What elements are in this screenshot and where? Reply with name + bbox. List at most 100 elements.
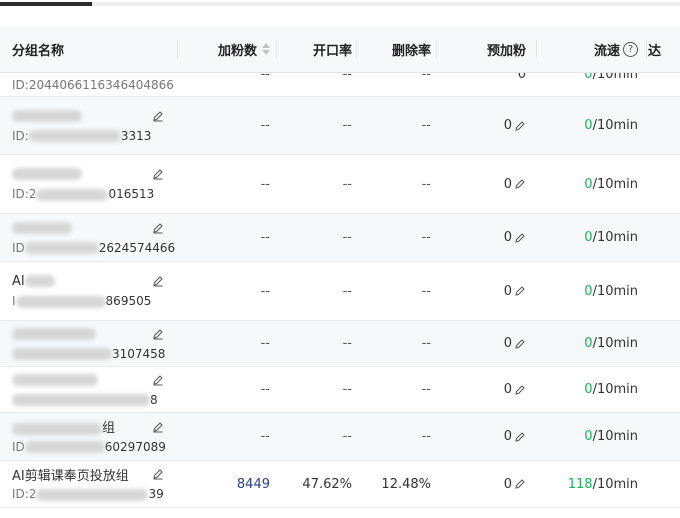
delete-rate-cell: --: [421, 283, 431, 299]
open-rate-cell: --: [342, 230, 352, 245]
open-rate-cell: --: [342, 73, 352, 82]
table-row[interactable]: AI剪辑课奉页投放组 ID:239ID:239 8449 47.62% 12.4…: [0, 461, 680, 508]
delete-rate-cell: --: [421, 73, 431, 82]
fans-cell: --: [260, 382, 270, 397]
table-row[interactable]: 31074583107458 -- -- -- 0 0/10min: [0, 321, 680, 367]
edit-icon[interactable]: [152, 275, 164, 287]
speed-cell: 0/10min: [584, 429, 638, 444]
header-next-column: 达: [648, 26, 680, 72]
group-name: [12, 219, 164, 237]
pre-fans-cell: 0: [440, 367, 526, 412]
scrollbar-track[interactable]: [0, 2, 680, 6]
edit-icon[interactable]: [152, 110, 164, 122]
table-row[interactable]: ID:2016513ID:2016513 -- -- -- 0 0/10min: [0, 155, 680, 214]
table-row[interactable]: ID:2044066116346404866 -- -- -- 0 0/10mi…: [0, 73, 680, 97]
group-id: ID:2016513ID:2016513: [12, 187, 155, 201]
header-group-name: 分组名称: [12, 26, 177, 72]
redacted-name: [12, 327, 96, 340]
pre-fans-cell: 0: [440, 214, 526, 261]
fans-cell: --: [260, 429, 270, 444]
group-table: 分组名称 加粉数 开口率 删除率 预加粉 流速 ? 达 ID:204406611…: [0, 26, 680, 508]
header-open-rate-label: 开口率: [312, 43, 352, 59]
delete-rate-cell: --: [421, 176, 431, 192]
group-name-cell: 组 ID60297089ID:60297089: [12, 413, 177, 460]
pre-fans-cell: 0: [440, 321, 526, 366]
fans-cell: --: [260, 73, 270, 82]
delete-rate-cell: --: [421, 429, 431, 444]
pre-fans-cell: 0: [440, 413, 526, 460]
fans-cell: --: [260, 283, 270, 299]
open-rate-cell: --: [342, 429, 352, 444]
speed-cell: 0/10min: [584, 176, 638, 192]
open-rate-cell: --: [342, 336, 352, 351]
edit-icon[interactable]: [514, 120, 526, 132]
header-next-label: 达: [648, 43, 662, 59]
edit-icon[interactable]: [152, 168, 164, 180]
group-name: AI剪辑课奉页投放组: [12, 465, 164, 484]
redacted-name: [12, 221, 72, 234]
edit-icon[interactable]: [514, 178, 526, 190]
header-speed-label: 流速: [593, 43, 620, 59]
open-rate-cell: --: [342, 118, 352, 133]
column-divider: [646, 40, 647, 58]
speed-cell: 0/10min: [584, 73, 638, 82]
delete-rate-cell: --: [421, 382, 431, 397]
open-rate-cell: --: [342, 283, 352, 299]
edit-icon[interactable]: [514, 285, 526, 297]
edit-icon[interactable]: [152, 222, 164, 234]
group-name-cell: ID:2016513ID:2016513: [12, 155, 177, 213]
edit-icon[interactable]: [514, 232, 526, 244]
group-id: ID:2044066116346404866: [12, 78, 174, 92]
fans-cell: --: [260, 176, 270, 192]
header-delete-rate-label: 删除率: [391, 43, 431, 59]
header-fans[interactable]: 加粉数: [178, 26, 270, 72]
pre-fans-cell: 0: [440, 155, 526, 213]
group-name: 组: [12, 418, 164, 436]
edit-icon[interactable]: [514, 384, 526, 396]
header-fans-label: 加粉数: [217, 43, 257, 59]
table-row[interactable]: AI I869505ID:869505 -- -- -- 0 0/10min: [0, 262, 680, 321]
group-name-cell: ID:2044066116346404866: [12, 73, 177, 96]
header-pre-fans: 预加粉: [440, 26, 526, 72]
edit-icon[interactable]: [514, 338, 526, 350]
open-rate-cell: 47.62%: [302, 476, 352, 492]
edit-icon[interactable]: [152, 374, 164, 386]
edit-icon[interactable]: [152, 468, 164, 480]
header-open-rate: 开口率: [272, 26, 352, 72]
table-row[interactable]: 88 -- -- -- 0 0/10min: [0, 367, 680, 413]
edit-icon[interactable]: [152, 328, 164, 340]
pre-fans-cell: 0: [517, 73, 526, 82]
edit-icon[interactable]: [514, 431, 526, 443]
fans-cell: --: [260, 336, 270, 351]
top-scrollbar[interactable]: [0, 0, 680, 26]
table-row[interactable]: 组 ID60297089ID:60297089 -- -- -- 0 0/10m…: [0, 413, 680, 461]
pre-fans-cell: 0: [440, 97, 526, 154]
scrollbar-thumb[interactable]: [0, 2, 92, 6]
help-icon[interactable]: ?: [623, 41, 638, 57]
speed-cell: 118/10min: [567, 476, 638, 492]
group-name: [12, 325, 164, 343]
group-id: ID:239ID:239: [12, 487, 164, 501]
group-name-cell: ID:ID:33133313: [12, 97, 177, 154]
fans-cell: --: [260, 118, 270, 133]
group-id: ID:ID:33133313: [12, 128, 152, 143]
delete-rate-cell: --: [421, 230, 431, 245]
group-name-cell: AI剪辑课奉页投放组 ID:239ID:239: [12, 461, 177, 507]
edit-icon[interactable]: [514, 478, 526, 490]
edit-icon[interactable]: [152, 421, 164, 433]
header-delete-rate: 删除率: [356, 26, 431, 72]
redacted-name: [12, 109, 82, 122]
speed-cell: 0/10min: [584, 230, 638, 245]
pre-fans-cell: 0: [440, 262, 526, 320]
fans-cell: --: [260, 230, 270, 245]
group-name: [12, 107, 164, 125]
sort-icon[interactable]: [262, 43, 270, 55]
speed-cell: 0/10min: [584, 382, 638, 397]
group-id: 88: [12, 393, 172, 409]
redacted-name: [12, 168, 82, 180]
delete-rate-cell: --: [421, 118, 431, 133]
table-row[interactable]: ID:ID:33133313 -- -- -- 0 0/10min: [0, 97, 680, 155]
table-row[interactable]: ID2624574466ID:2624574466 -- -- -- 0 0/1…: [0, 214, 680, 262]
table-header: 分组名称 加粉数 开口率 删除率 预加粉 流速 ? 达: [0, 26, 680, 73]
delete-rate-cell: --: [421, 336, 431, 351]
